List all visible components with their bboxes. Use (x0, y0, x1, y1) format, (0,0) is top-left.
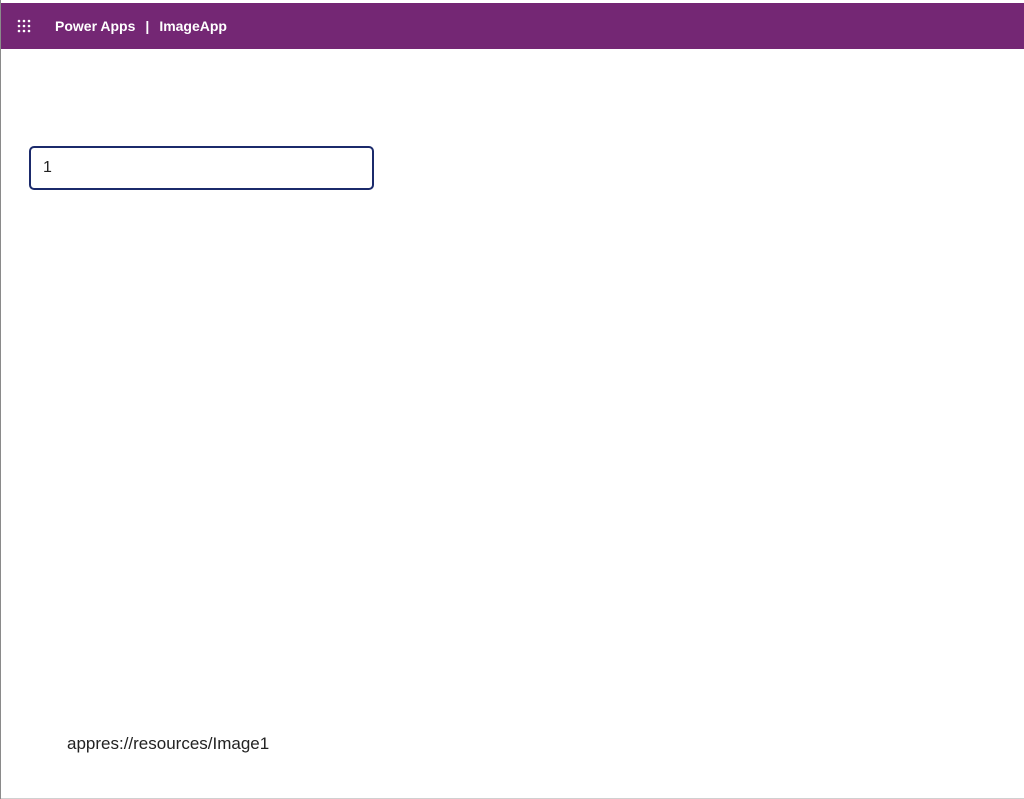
app-canvas: Power Apps | ImageApp appres://resources… (0, 0, 1024, 799)
text-input[interactable] (29, 146, 374, 190)
title-separator: | (145, 18, 150, 34)
app-header: Power Apps | ImageApp (1, 3, 1024, 49)
app-title: Power Apps (55, 18, 136, 34)
image-path-label: appres://resources/Image1 (67, 734, 270, 753)
app-name: ImageApp (159, 18, 227, 34)
waffle-icon[interactable] (1, 3, 47, 49)
